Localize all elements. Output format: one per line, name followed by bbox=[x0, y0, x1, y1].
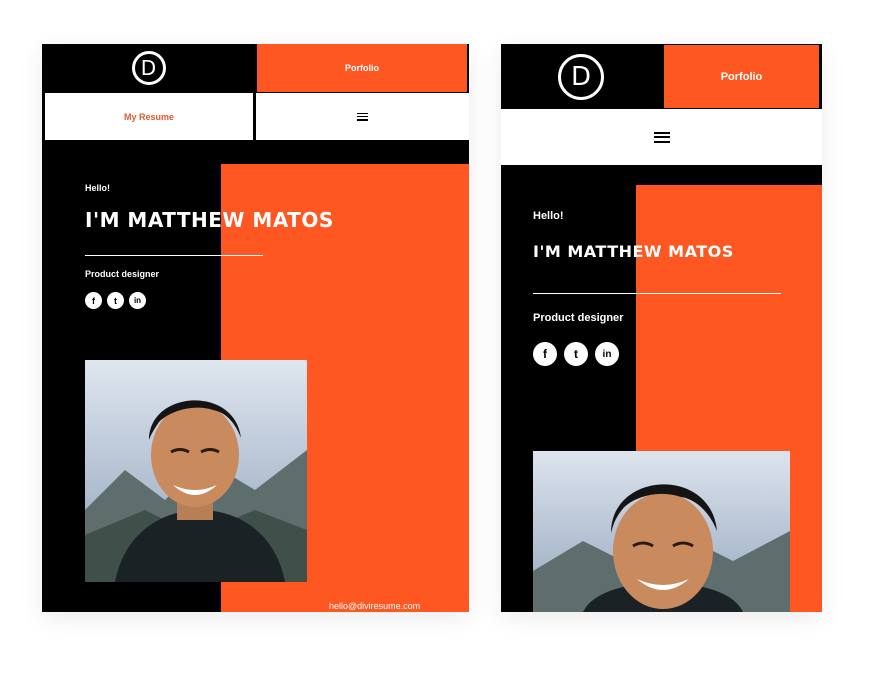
twitter-glyph: t bbox=[114, 295, 117, 306]
hero-role: Product designer bbox=[533, 312, 624, 324]
hero-divider bbox=[85, 255, 263, 256]
hero-name-heading: I'M MATTHEW MATOS bbox=[85, 208, 334, 232]
hero-greeting: Hello! bbox=[85, 183, 111, 193]
twitter-icon[interactable]: t bbox=[107, 292, 124, 309]
nav-portfolio-label: Porfolio bbox=[345, 63, 379, 73]
social-links: f t in bbox=[533, 342, 619, 366]
social-links: f t in bbox=[85, 292, 146, 309]
hero-divider bbox=[533, 293, 781, 294]
linkedin-glyph: in bbox=[133, 296, 142, 305]
linkedin-icon[interactable]: in bbox=[129, 292, 146, 309]
logo-cell[interactable]: D bbox=[501, 44, 661, 109]
mobile-mockup: D Porfolio Hello! I'M MATTHEW MATOS Prod… bbox=[501, 44, 822, 612]
linkedin-glyph: in bbox=[602, 348, 612, 360]
menu-toggle-button[interactable] bbox=[256, 93, 469, 140]
facebook-glyph: f bbox=[92, 295, 95, 306]
nav-portfolio-label: Porfolio bbox=[720, 70, 763, 83]
hero-greeting: Hello! bbox=[533, 210, 564, 222]
hero-role: Product designer bbox=[85, 269, 160, 279]
twitter-icon[interactable]: t bbox=[564, 342, 588, 366]
hamburger-menu-icon bbox=[357, 112, 368, 121]
facebook-glyph: f bbox=[543, 347, 547, 361]
hero-name-heading: I'M MATTHEW MATOS bbox=[533, 242, 734, 261]
nav-portfolio-link[interactable]: Porfolio bbox=[664, 45, 819, 108]
divi-logo-icon: D bbox=[558, 53, 604, 100]
menu-toggle-button[interactable] bbox=[501, 109, 822, 165]
facebook-icon[interactable]: f bbox=[85, 292, 102, 309]
portrait-image bbox=[85, 360, 307, 582]
profile-photo bbox=[85, 360, 307, 582]
facebook-icon[interactable]: f bbox=[533, 342, 557, 366]
profile-photo bbox=[533, 451, 790, 612]
hamburger-menu-icon bbox=[653, 131, 670, 143]
tablet-mockup: D Porfolio My Resume Hello! I'M MATTHEW … bbox=[42, 44, 469, 612]
contact-email-link[interactable]: hello@diviresume.com bbox=[329, 601, 420, 611]
twitter-glyph: t bbox=[574, 347, 578, 361]
divi-logo-icon: D bbox=[131, 51, 166, 85]
linkedin-icon[interactable]: in bbox=[595, 342, 619, 366]
nav-resume-link[interactable]: My Resume bbox=[45, 93, 253, 140]
logo-cell[interactable]: D bbox=[42, 44, 255, 92]
logo-letter: D bbox=[140, 56, 157, 80]
nav-portfolio-link[interactable]: Porfolio bbox=[257, 44, 467, 92]
nav-resume-label: My Resume bbox=[123, 111, 175, 122]
portrait-image bbox=[533, 451, 790, 612]
logo-letter: D bbox=[570, 61, 592, 92]
